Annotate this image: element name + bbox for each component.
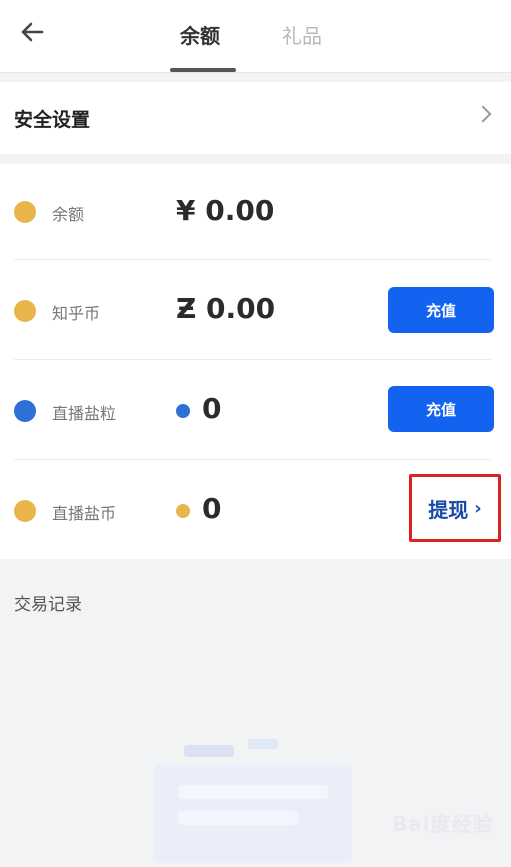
recharge-zhihu-coin-button[interactable]: 充值	[388, 287, 494, 333]
moon-coin-icon	[14, 400, 36, 422]
security-settings-label: 安全设置	[14, 108, 91, 131]
live-salt-grain-amount: 0	[202, 392, 222, 425]
chevron-right-icon: ›	[474, 497, 482, 519]
zhihu-coin-row: 知乎币 Ƶ 0.00 充值	[0, 264, 511, 360]
live-salt-coin-row: 直播盐币 0 提现 ›	[0, 464, 511, 560]
tab-balance[interactable]: 余额	[180, 20, 220, 49]
salt-coin-icon	[176, 504, 190, 518]
zhihu-coin-label: 知乎币	[52, 304, 101, 323]
balance-row: 余额 ¥ 0.00	[0, 164, 511, 260]
security-settings-row[interactable]: 安全设置	[0, 82, 511, 154]
divider	[14, 459, 491, 460]
empty-state-icon	[154, 739, 352, 863]
transactions-heading: 交易记录	[14, 595, 82, 615]
live-salt-coin-label: 直播盐币	[52, 504, 117, 523]
chevron-right-icon	[474, 105, 492, 123]
recharge-salt-grain-button[interactable]: 充值	[388, 386, 494, 432]
divider	[14, 259, 491, 260]
salt-grain-icon	[176, 404, 190, 418]
tab-gift[interactable]: 礼品	[282, 20, 322, 49]
active-tab-indicator	[170, 68, 236, 72]
coin-icon	[14, 201, 36, 223]
live-salt-grain-row: 直播盐粒 0 充值	[0, 364, 511, 460]
wallet-card: 余额 ¥ 0.00 知乎币 Ƶ 0.00 充值 直播盐粒 0 充值 直播盐币 0…	[0, 164, 511, 559]
coin-icon	[14, 500, 36, 522]
balance-amount: ¥ 0.00	[176, 194, 275, 227]
balance-label: 余额	[52, 205, 85, 224]
back-button[interactable]	[14, 16, 50, 48]
baidu-watermark: Bai度经验	[392, 812, 494, 836]
withdraw-label: 提现	[428, 497, 469, 522]
top-bar: 余额 礼品	[0, 0, 511, 73]
coin-icon	[14, 300, 36, 322]
back-arrow-icon	[21, 22, 44, 42]
empty-state-illustration	[148, 735, 358, 863]
zhihu-coin-amount: Ƶ 0.00	[176, 292, 276, 325]
divider	[14, 359, 491, 360]
withdraw-button[interactable]: 提现 ›	[409, 474, 501, 542]
live-salt-grain-label: 直播盐粒	[52, 404, 117, 423]
live-salt-coin-amount: 0	[202, 492, 222, 525]
